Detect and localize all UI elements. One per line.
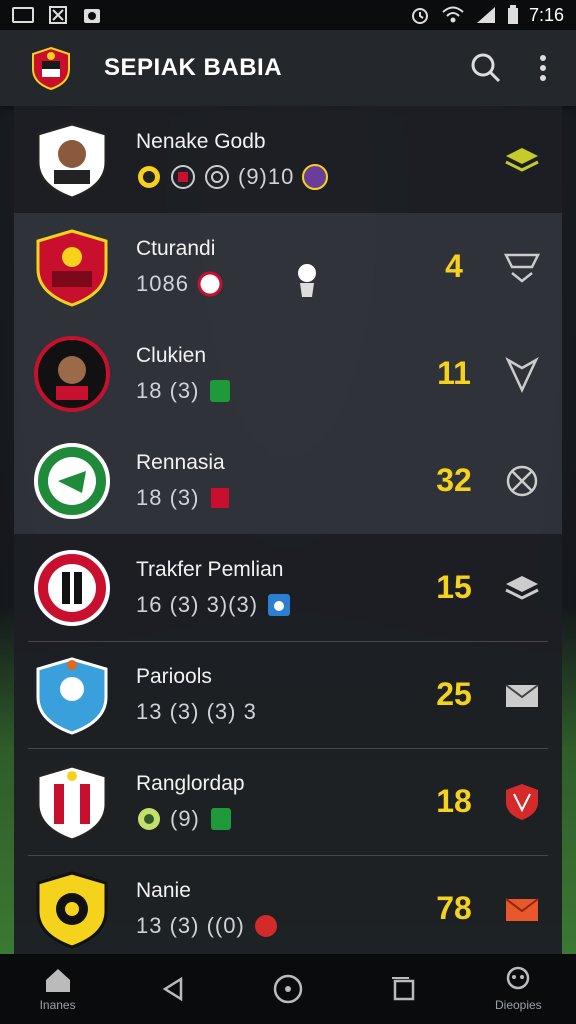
nav-profile-label: Dieopies: [494, 998, 542, 1012]
circle-home-icon: [273, 974, 303, 1004]
camera-notification-icon: [84, 9, 100, 23]
team-crest-icon: [36, 870, 108, 949]
nav-home[interactable]: Inanes: [8, 966, 108, 1012]
team-score: 25: [436, 676, 472, 712]
profile-icon: [507, 966, 530, 990]
team-stats: 1086: [136, 270, 189, 296]
badge-icon: [211, 487, 230, 508]
nav-back[interactable]: [123, 975, 223, 1003]
trend-icon: [505, 147, 539, 172]
trend-icon: [506, 465, 538, 496]
trend-icon: [505, 356, 539, 393]
team-score: 15: [436, 569, 472, 605]
badge-icon: [268, 593, 291, 616]
nav-home-label: Inanes: [39, 998, 76, 1012]
team-name: Pariools: [136, 664, 212, 688]
wifi-icon: [442, 6, 464, 23]
list-item[interactable]: Cturandi 1086 4: [14, 213, 562, 320]
badge-icon: [210, 379, 231, 402]
team-crest-icon: [36, 121, 108, 200]
team-crest-icon: [34, 335, 110, 412]
list-item[interactable]: Nanie 13 (3) ((0) 78: [14, 855, 562, 956]
signal-icon: [476, 7, 495, 23]
team-list: Nenake Godb (9)10 Cturandi 1086 4 Clukie…: [14, 106, 562, 956]
team-crest-icon: [34, 549, 110, 626]
badge-icon: [197, 271, 223, 296]
team-stats: 18 (3): [136, 484, 200, 510]
nav-recents[interactable]: [353, 975, 453, 1003]
team-name: Ranglordap: [136, 771, 245, 795]
team-crest-icon: [36, 763, 108, 842]
badge-icon: [138, 807, 160, 830]
clock: 7:16: [528, 4, 564, 25]
back-icon: [162, 976, 183, 1002]
team-score: 18: [436, 783, 472, 819]
trend-icon: [505, 897, 539, 921]
team-name: Clukien: [136, 343, 207, 367]
recents-icon: [392, 977, 415, 1001]
team-stats: 13 (3) ((0): [136, 912, 245, 938]
app-logo-icon: [32, 46, 70, 91]
team-name: Nenake Godb: [136, 129, 266, 153]
search-icon[interactable]: [470, 52, 502, 84]
badge-icon: [254, 914, 277, 937]
team-name: Nanie: [136, 878, 191, 902]
list-item[interactable]: Rennasia 18 (3) 32: [14, 427, 562, 534]
team-stats: 16 (3) 3)(3): [136, 591, 259, 617]
list-item[interactable]: Clukien 18 (3) 11: [14, 320, 562, 427]
list-item[interactable]: Pariools 13 (3) (3) 3 25: [14, 641, 562, 748]
team-name: Trakfer Pemlian: [136, 557, 284, 581]
team-stats: 18 (3): [136, 377, 200, 403]
team-crest-icon: [34, 442, 110, 519]
nav-home-button[interactable]: [238, 973, 338, 1005]
badge-icon: [171, 164, 195, 189]
trend-icon: [506, 783, 538, 820]
notification-icon: [12, 7, 34, 23]
badge-icon: [138, 165, 160, 188]
team-name: Cturandi: [136, 236, 216, 260]
badge-icon: [210, 807, 231, 830]
team-score: 11: [437, 355, 471, 391]
team-crest-icon: [36, 228, 108, 307]
home-icon: [45, 969, 70, 992]
team-stats: (9): [170, 805, 200, 831]
trend-icon: [505, 575, 539, 600]
battery-icon: [507, 5, 518, 24]
status-bar: 7:16: [0, 0, 576, 30]
team-name: Rennasia: [136, 450, 225, 474]
list-item[interactable]: Nenake Godb (9)10: [14, 106, 562, 213]
team-score: 78: [436, 890, 472, 926]
trend-icon: [503, 253, 541, 283]
alarm-icon: [411, 8, 428, 24]
badge-icon: [205, 164, 229, 189]
app-notification-icon: [49, 6, 67, 24]
team-score: 4: [445, 248, 463, 284]
app-bar: SEPIAK BABIA: [0, 30, 576, 106]
nav-profile[interactable]: Dieopies: [468, 966, 568, 1012]
team-stats: 13 (3) (3) 3: [136, 698, 257, 724]
more-options-icon[interactable]: [538, 52, 548, 84]
list-item[interactable]: Ranglordap (9) 18: [14, 748, 562, 855]
bottom-navigation: Inanes Dieopies: [0, 954, 576, 1024]
football-player-icon: [298, 264, 316, 297]
team-crest-icon: [36, 656, 108, 735]
team-stats: (9)10: [238, 163, 295, 189]
badge-icon: [302, 163, 329, 190]
team-score: 32: [436, 462, 472, 498]
list-item[interactable]: Trakfer Pemlian 16 (3) 3)(3) 15: [14, 534, 562, 641]
trend-icon: [505, 683, 539, 707]
app-title: SEPIAK BABIA: [104, 54, 283, 81]
